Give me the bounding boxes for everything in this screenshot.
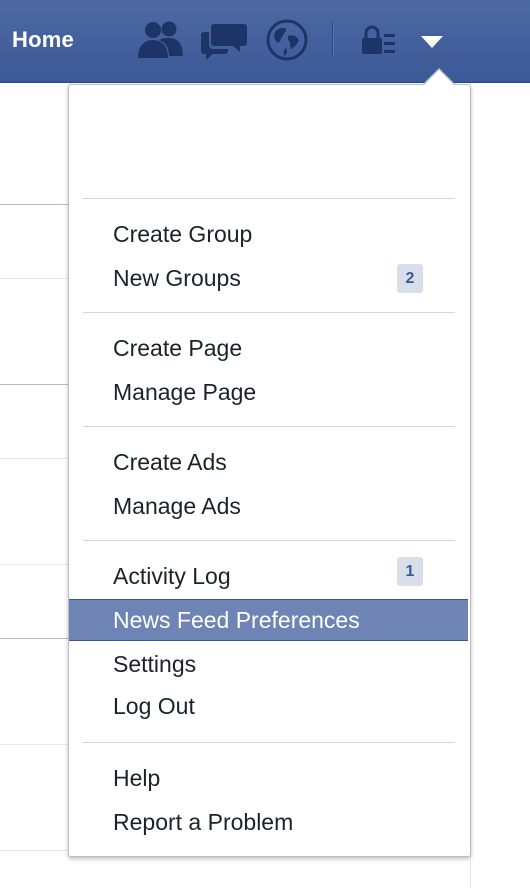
menu-item-label: Settings	[113, 651, 197, 677]
background-divider	[0, 384, 70, 385]
menu-item-label: Create Page	[113, 335, 243, 361]
menu-item-activity-log[interactable]: Activity Log 1	[69, 555, 468, 597]
menu-item-manage-page[interactable]: Manage Page	[69, 371, 468, 413]
new-groups-count-badge: 2	[397, 264, 423, 293]
menu-separator	[83, 426, 455, 427]
menu-separator	[83, 312, 455, 313]
menu-item-log-out[interactable]: Log Out	[69, 685, 468, 727]
menu-item-label: Report a Problem	[113, 809, 294, 835]
menu-item-label: New Groups	[113, 265, 241, 291]
home-link[interactable]: Home	[12, 27, 74, 53]
background-divider	[0, 564, 70, 565]
menu-separator	[83, 540, 455, 541]
menu-item-label: News Feed Preferences	[113, 607, 360, 633]
background-divider	[0, 638, 70, 639]
menu-item-label: Create Ads	[113, 449, 227, 475]
friend-requests-icon[interactable]	[135, 18, 187, 62]
menu-item-new-groups[interactable]: New Groups 2	[69, 257, 468, 299]
menu-item-label: Create Group	[113, 221, 253, 247]
notifications-globe-icon[interactable]	[261, 18, 313, 62]
menu-item-label: Help	[113, 765, 161, 791]
background-divider	[0, 204, 70, 205]
background-divider	[0, 744, 70, 745]
background-divider	[0, 850, 70, 851]
account-menu-caret-icon[interactable]	[421, 36, 443, 48]
menu-item-label: Activity Log	[113, 563, 231, 589]
menu-item-create-page[interactable]: Create Page	[69, 327, 468, 369]
menu-item-label: Log Out	[113, 693, 195, 719]
menu-item-manage-ads[interactable]: Manage Ads	[69, 485, 468, 527]
menu-item-create-ads[interactable]: Create Ads	[69, 441, 468, 483]
background-divider	[0, 458, 70, 459]
menu-item-help[interactable]: Help	[69, 757, 468, 799]
menu-item-create-group[interactable]: Create Group	[69, 213, 468, 255]
privacy-shortcuts-icon[interactable]	[352, 18, 404, 62]
menu-separator	[83, 742, 455, 743]
menu-pointer-fill	[424, 70, 454, 85]
menu-separator	[83, 198, 455, 199]
menu-item-settings[interactable]: Settings	[69, 643, 468, 685]
menu-item-report-a-problem[interactable]: Report a Problem	[69, 801, 468, 843]
menu-item-label: Manage Page	[113, 379, 257, 405]
menu-item-label: Manage Ads	[113, 493, 241, 519]
menu-item-news-feed-preferences[interactable]: News Feed Preferences	[69, 599, 468, 641]
background-divider	[0, 278, 70, 279]
toolbar-divider	[332, 22, 333, 56]
messages-icon[interactable]	[199, 18, 251, 62]
activity-log-count-badge: 1	[397, 557, 423, 586]
